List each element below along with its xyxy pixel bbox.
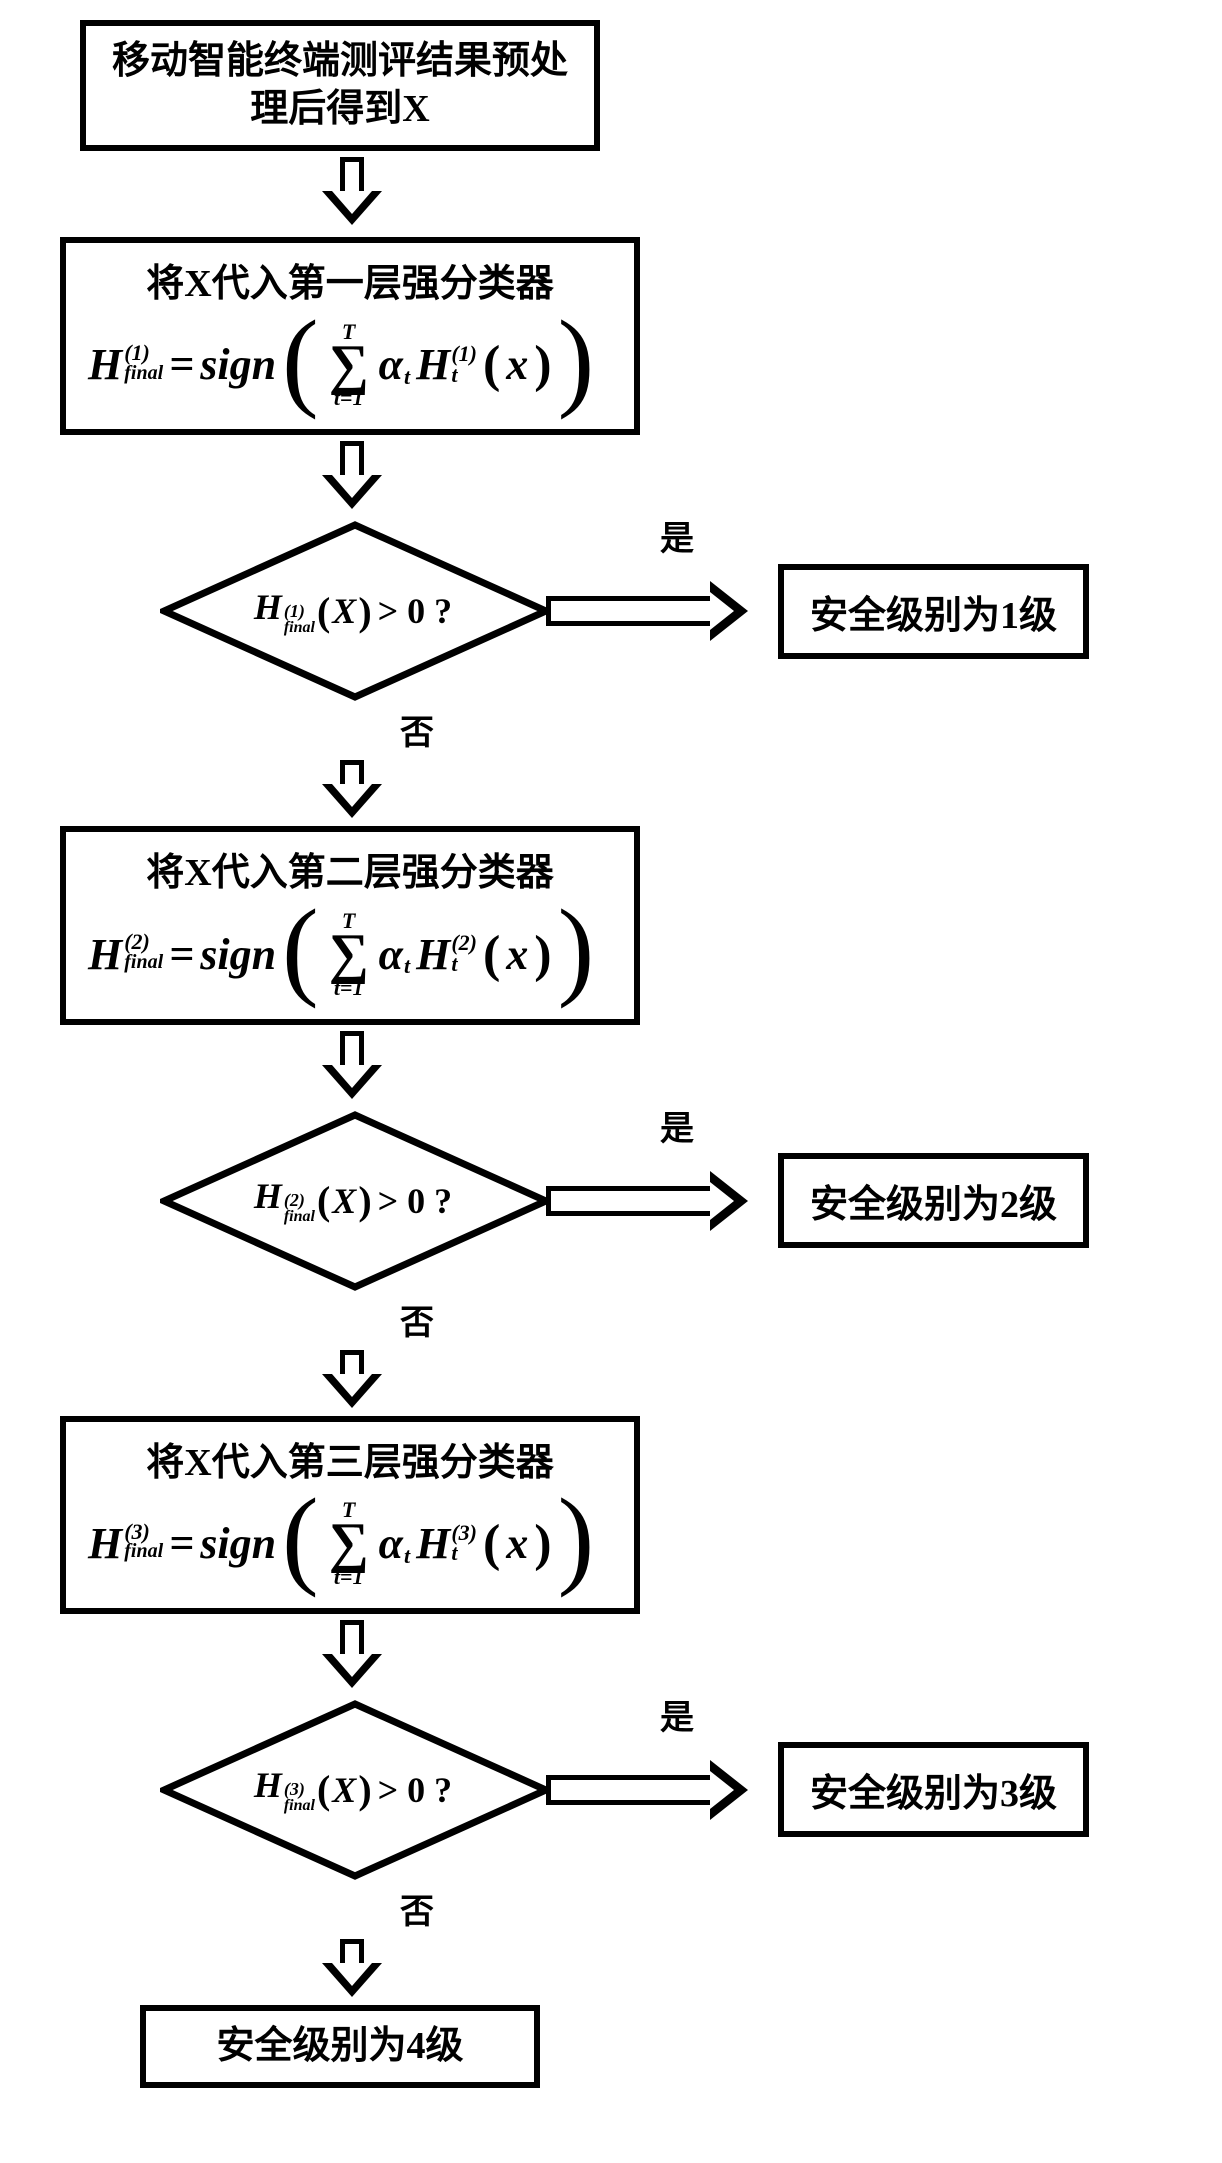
down-arrow-icon (320, 1350, 384, 1410)
down-arrow-icon (320, 157, 384, 231)
stage-1-title: 将X代入第一层强分类器 (88, 261, 612, 309)
right-arrow-icon (546, 1759, 766, 1821)
result-1-block: 安全级别为1级 (778, 564, 1089, 659)
stage-3-title: 将X代入第三层强分类器 (88, 1440, 612, 1488)
result-3-block: 安全级别为3级 (778, 1742, 1089, 1837)
down-arrow-icon (320, 760, 384, 820)
stage-2-title: 将X代入第二层强分类器 (88, 850, 612, 898)
down-arrow-icon (320, 1031, 384, 1105)
decision-2-row: 是 H(2)final (X) > 0 ? 安全级别为2级 (160, 1111, 1089, 1291)
stage-1-formula: H(1)final = sign ( T∑t=1 αt H(1)t (x) ) (88, 321, 612, 410)
down-arrow-icon (320, 441, 384, 515)
decision-3-diamond: H(3)final (X) > 0 ? (160, 1700, 550, 1880)
right-arrow-icon (546, 580, 766, 642)
decision-1-row: 是 H(1)final (X) > 0 ? 安全级别为1级 (160, 521, 1089, 701)
start-block: 移动智能终端测评结果预处理后得到X (80, 20, 600, 151)
decision-2-diamond: H(2)final (X) > 0 ? (160, 1111, 550, 1291)
yes-label-2: 是 (660, 1101, 694, 1150)
flowchart: 移动智能终端测评结果预处理后得到X 将X代入第一层强分类器 H(1)final … (60, 20, 1202, 2088)
no-label-2: 否 (400, 1295, 434, 1344)
stage-3-formula: H(3)final = sign ( T∑t=1 αt H(3)t (x) ) (88, 1499, 612, 1588)
down-arrow-icon (320, 1620, 384, 1694)
stage-3-block: 将X代入第三层强分类器 H(3)final = sign ( T∑t=1 αt … (60, 1416, 640, 1614)
no-label-1: 否 (400, 705, 434, 754)
yes-label-3: 是 (660, 1690, 694, 1739)
decision-1-diamond: H(1)final (X) > 0 ? (160, 521, 550, 701)
right-arrow-icon (546, 1170, 766, 1232)
stage-1-block: 将X代入第一层强分类器 H(1)final = sign ( T∑t=1 αt … (60, 237, 640, 435)
yes-label-1: 是 (660, 511, 694, 560)
stage-2-formula: H(2)final = sign ( T∑t=1 αt H(2)t (x) ) (88, 910, 612, 999)
stage-2-block: 将X代入第二层强分类器 H(2)final = sign ( T∑t=1 αt … (60, 826, 640, 1024)
decision-3-row: 是 H(3)final (X) > 0 ? 安全级别为3级 (160, 1700, 1089, 1880)
down-arrow-icon (320, 1939, 384, 1999)
result-4-block: 安全级别为4级 (140, 2005, 540, 2089)
result-2-block: 安全级别为2级 (778, 1153, 1089, 1248)
no-label-3: 否 (400, 1884, 434, 1933)
